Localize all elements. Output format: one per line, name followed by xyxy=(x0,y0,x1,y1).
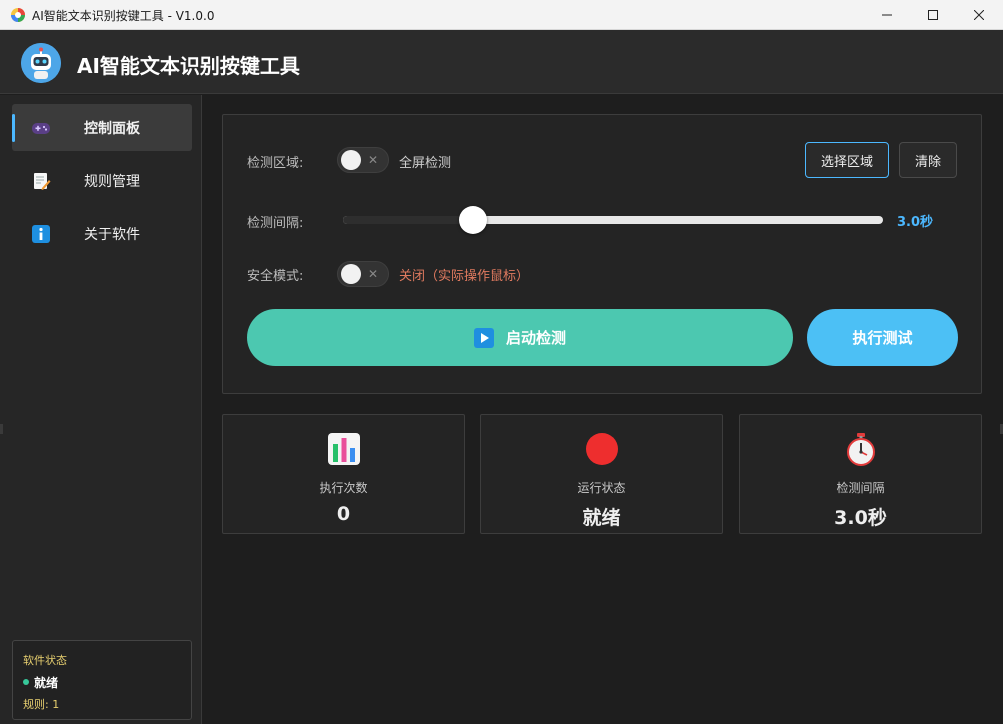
minimize-icon xyxy=(882,14,892,16)
close-button[interactable] xyxy=(956,0,1002,30)
window-title: AI智能文本识别按键工具 - V1.0.0 xyxy=(32,9,215,23)
software-status-panel: 软件状态 就绪 规则: 1 xyxy=(12,640,192,720)
interval-slider-thumb[interactable] xyxy=(458,206,487,234)
control-panel: 检测区域: ✕ 全屏检测 选择区域 清除 检测间隔: 3.0秒 安全模式: ✕ … xyxy=(222,114,982,394)
stat-card-exec-count: 执行次数 0 xyxy=(222,414,465,534)
toggle-knob xyxy=(341,264,361,284)
fullscreen-toggle-text: 全屏检测 xyxy=(399,156,452,171)
fullscreen-toggle[interactable]: ✕ xyxy=(337,147,389,173)
minimize-button[interactable] xyxy=(864,0,910,30)
status-value: 就绪 xyxy=(34,676,59,690)
interval-slider-fill xyxy=(343,216,473,224)
sidebar-item-about[interactable]: 关于软件 xyxy=(12,210,192,257)
robot-logo-icon xyxy=(21,43,61,83)
gamepad-icon xyxy=(32,123,50,134)
x-icon: ✕ xyxy=(368,267,379,281)
stat-card-run-status: 运行状态 就绪 xyxy=(480,414,723,534)
maximize-icon xyxy=(928,10,938,20)
region-label: 检测区域: xyxy=(247,156,304,171)
x-icon: ✕ xyxy=(368,153,379,167)
close-icon xyxy=(974,10,984,20)
stat-label: 运行状态 xyxy=(577,481,626,495)
stat-label: 检测间隔 xyxy=(836,481,885,495)
sidebar-item-label: 规则管理 xyxy=(84,174,140,190)
select-region-button[interactable]: 选择区域 xyxy=(805,142,889,178)
red-circle-icon xyxy=(586,433,618,465)
stopwatch-icon xyxy=(847,433,875,466)
stat-value: 就绪 xyxy=(582,507,621,529)
toggle-knob xyxy=(341,150,361,170)
memo-icon xyxy=(34,173,51,190)
sidebar-item-rules[interactable]: 规则管理 xyxy=(12,157,192,204)
play-icon xyxy=(473,327,494,348)
start-detection-label: 启动检测 xyxy=(505,329,566,347)
interval-slider-track[interactable] xyxy=(343,216,883,224)
sidebar-item-control-panel[interactable]: 控制面板 xyxy=(12,104,192,151)
sidebar: 控制面板 规则管理 关于软件 软件状态 就绪 规则: 1 xyxy=(0,95,202,724)
bar-chart-icon xyxy=(328,433,360,465)
sidebar-item-label: 关于软件 xyxy=(84,227,140,243)
sidebar-item-label: 控制面板 xyxy=(84,121,140,137)
stat-value: 3.0秒 xyxy=(834,507,887,529)
stat-label: 执行次数 xyxy=(319,481,368,495)
interval-label: 检测间隔: xyxy=(247,216,304,231)
status-dot-icon xyxy=(23,679,29,685)
stat-value: 0 xyxy=(336,503,351,525)
interval-value: 3.0秒 xyxy=(897,215,934,230)
safe-mode-status-text: 关闭（实际操作鼠标） xyxy=(399,269,530,284)
run-test-button[interactable]: 执行测试 xyxy=(807,309,958,366)
safe-mode-toggle[interactable]: ✕ xyxy=(337,261,389,287)
rules-count: 规则: 1 xyxy=(23,698,60,711)
clear-button[interactable]: 清除 xyxy=(899,142,957,178)
app-header: AI智能文本识别按键工具 xyxy=(0,30,1003,94)
stat-card-interval: 检测间隔 3.0秒 xyxy=(739,414,982,534)
app-title: AI智能文本识别按键工具 xyxy=(77,54,300,78)
status-title: 软件状态 xyxy=(23,654,67,667)
app-icon xyxy=(11,8,25,22)
window-edge-mark xyxy=(0,424,3,434)
maximize-button[interactable] xyxy=(910,0,956,30)
safe-mode-label: 安全模式: xyxy=(247,269,304,284)
info-icon xyxy=(32,225,50,243)
window-titlebar: AI智能文本识别按键工具 - V1.0.0 xyxy=(0,0,1003,30)
start-detection-button[interactable]: 启动检测 xyxy=(247,309,793,366)
